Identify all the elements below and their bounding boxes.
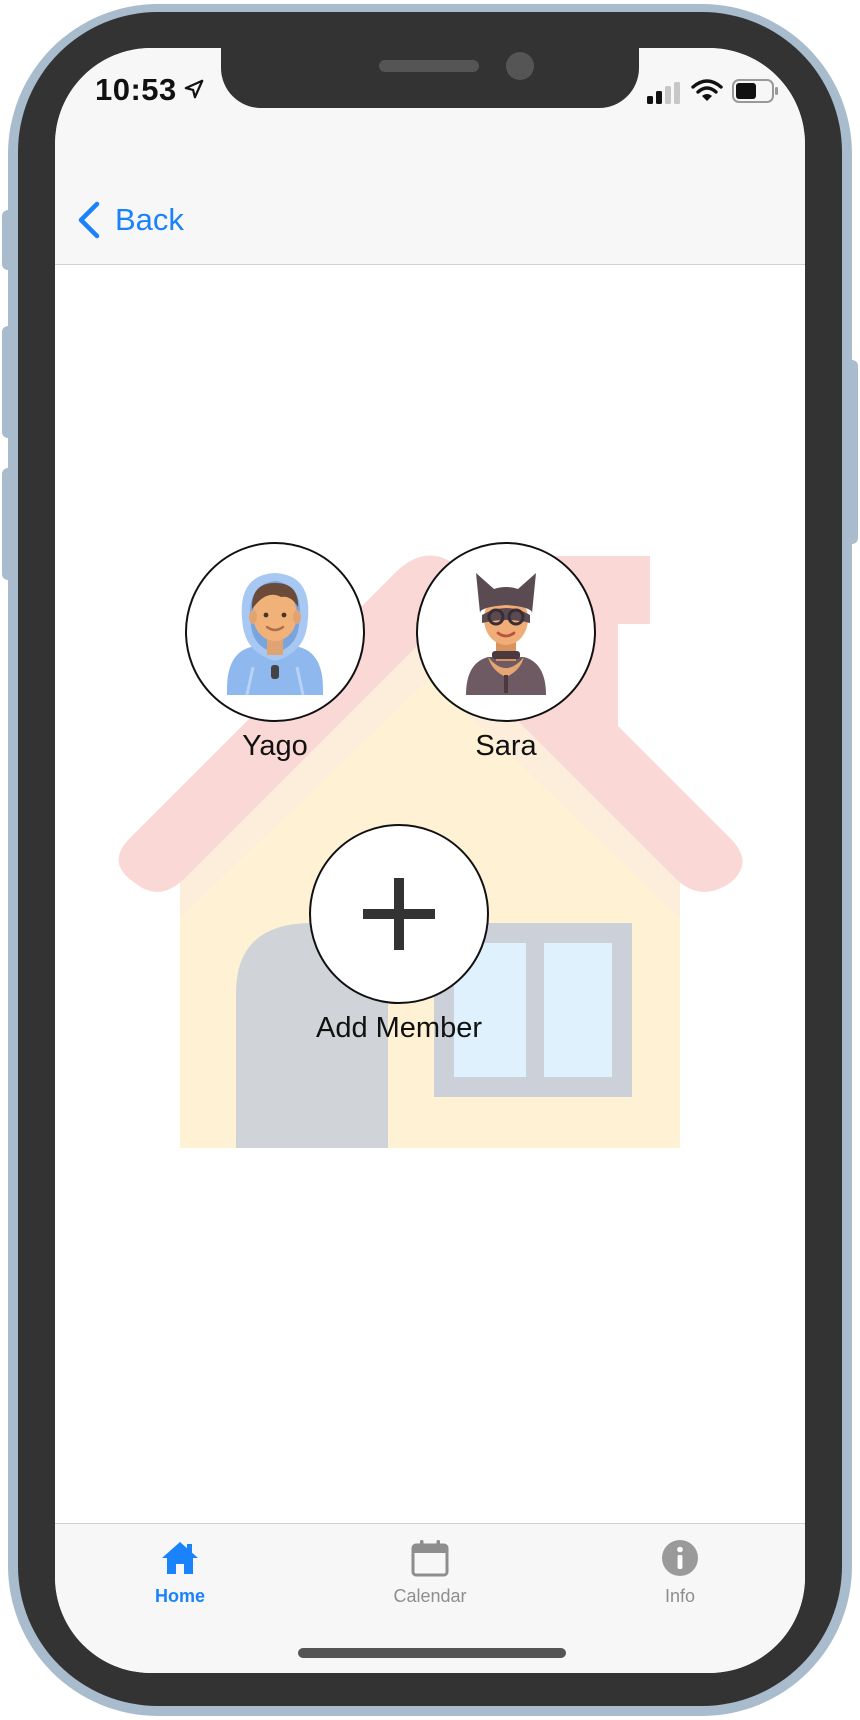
member-sara[interactable]: Sara — [416, 542, 596, 763]
back-label: Back — [115, 202, 184, 237]
boy-hoodie-avatar-icon — [227, 573, 323, 696]
cellular-signal-icon — [647, 82, 680, 104]
add-member-button[interactable] — [309, 824, 489, 1004]
member-avatar[interactable] — [185, 542, 365, 722]
chevron-left-icon — [78, 201, 100, 239]
back-button[interactable]: Back — [75, 198, 184, 242]
power-button — [846, 360, 858, 544]
tab-info[interactable]: Info — [605, 1538, 755, 1607]
member-name: Yago — [242, 730, 308, 762]
tab-home[interactable]: Home — [105, 1538, 255, 1607]
tab-calendar[interactable]: Calendar — [355, 1538, 505, 1607]
front-camera — [506, 52, 534, 80]
add-member-label: Add Member — [315, 1012, 482, 1044]
member-name: Sara — [475, 730, 537, 762]
member-avatar[interactable] — [416, 542, 596, 722]
notch — [221, 48, 639, 108]
speaker-grille — [379, 60, 479, 72]
navigation-bar: Back — [55, 136, 805, 265]
status-bar: 10:53 — [55, 48, 805, 136]
home-indicator[interactable] — [298, 1648, 566, 1658]
location-arrow-icon — [184, 79, 204, 99]
tab-label: Home — [154, 1586, 205, 1606]
tab-label: Info — [664, 1586, 696, 1606]
wifi-icon — [691, 79, 723, 101]
add-member[interactable]: Add Member — [299, 824, 499, 1045]
status-time: 10:53 — [95, 72, 177, 107]
ringer-switch — [2, 210, 14, 270]
volume-up-button — [2, 326, 14, 438]
member-yago[interactable]: Yago — [185, 542, 365, 763]
tab-label: Calendar — [393, 1586, 467, 1606]
volume-down-button — [2, 468, 14, 580]
catwoman-avatar-icon — [466, 573, 546, 695]
screen: 10:53 Back Yago Sara Add Member Home Cal… — [55, 48, 805, 1673]
calendar-icon — [411, 1540, 449, 1577]
battery-icon — [732, 79, 778, 103]
home-icon — [162, 1542, 198, 1574]
plus-icon — [363, 878, 435, 950]
info-icon — [662, 1540, 698, 1576]
